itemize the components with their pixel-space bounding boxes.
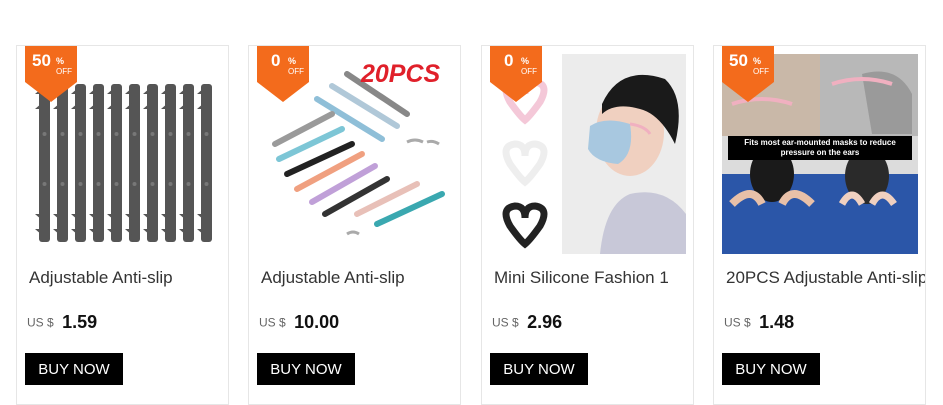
- currency-label: US $: [492, 315, 519, 330]
- price-row: US $ 10.00: [259, 312, 339, 336]
- discount-value: 50: [729, 51, 748, 70]
- discount-off-label: OFF: [521, 67, 537, 76]
- discount-percent: %: [521, 56, 530, 66]
- discount-off-label: OFF: [56, 67, 72, 76]
- discount-value: 0: [271, 51, 281, 70]
- buy-now-button[interactable]: BUY NOW: [722, 353, 820, 385]
- price-row: US $ 1.48: [724, 312, 794, 336]
- discount-badge: 50 % OFF: [722, 46, 774, 102]
- discount-value: 50: [32, 51, 51, 70]
- product-title[interactable]: Mini Silicone Fashion 1: [494, 268, 693, 290]
- price-row: US $ 1.59: [27, 312, 97, 336]
- discount-badge: 0 % OFF: [490, 46, 542, 102]
- currency-label: US $: [724, 315, 751, 330]
- price-value: 10.00: [294, 312, 340, 332]
- currency-label: US $: [27, 315, 54, 330]
- product-card[interactable]: 0 % OFF Mini Silicone Fashion 1 US $ 2.9…: [481, 45, 694, 405]
- discount-percent: %: [753, 56, 762, 66]
- discount-badge: 50 % OFF: [25, 46, 77, 102]
- product-title[interactable]: Adjustable Anti-slip: [261, 268, 460, 290]
- product-card[interactable]: 50 % OFF Adjustable Anti-slip US $ 1.59 …: [16, 45, 229, 405]
- image-caption: Fits most ear-mounted masks to reduce pr…: [744, 138, 896, 157]
- discount-off-label: OFF: [753, 67, 769, 76]
- product-card[interactable]: Fits most ear-mounted masks to reduce pr…: [713, 45, 926, 405]
- discount-badge: 0 % OFF: [257, 46, 309, 102]
- buy-now-button[interactable]: BUY NOW: [257, 353, 355, 385]
- price-value: 1.59: [62, 312, 98, 332]
- product-title[interactable]: 20PCS Adjustable Anti-slip: [726, 268, 925, 290]
- buy-now-button[interactable]: BUY NOW: [490, 353, 588, 385]
- discount-value: 0: [504, 51, 514, 70]
- product-grid: 50 % OFF Adjustable Anti-slip US $ 1.59 …: [0, 0, 943, 405]
- buy-now-button[interactable]: BUY NOW: [25, 353, 123, 385]
- price-row: US $ 2.96: [492, 312, 562, 336]
- image-caption: 20PCS: [361, 60, 441, 88]
- discount-percent: %: [288, 56, 297, 66]
- price-value: 1.48: [759, 312, 795, 332]
- discount-percent: %: [56, 56, 65, 66]
- product-card[interactable]: 20PCS 0 % OFF Adjustable Anti-slip US $ …: [248, 45, 461, 405]
- price-value: 2.96: [527, 312, 563, 332]
- discount-off-label: OFF: [288, 67, 304, 76]
- currency-label: US $: [259, 315, 286, 330]
- product-title[interactable]: Adjustable Anti-slip: [29, 268, 228, 290]
